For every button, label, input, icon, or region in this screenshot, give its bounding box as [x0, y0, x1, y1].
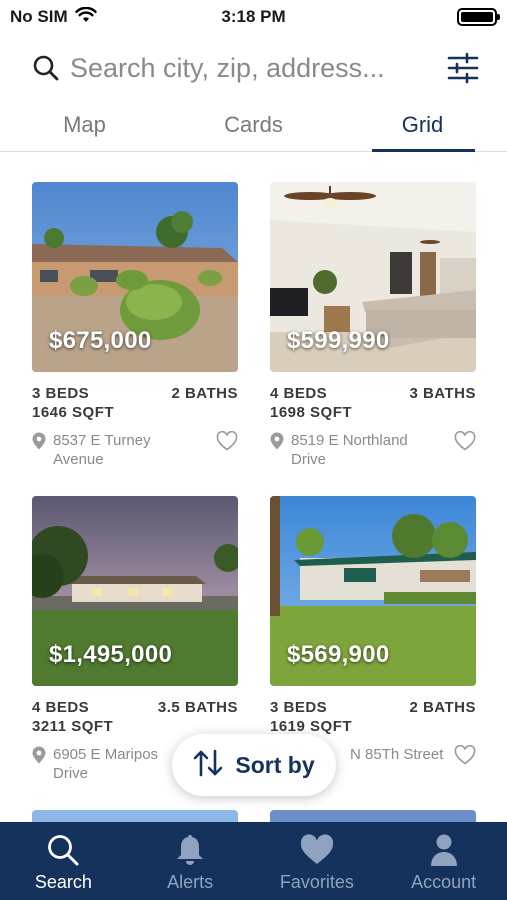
nav-search[interactable]: Search [0, 822, 127, 900]
listing-photo[interactable]: $569,900 [270, 496, 476, 686]
listing-beds: 4 BEDS [32, 699, 90, 716]
listing-photo[interactable]: $599,990 [270, 182, 476, 372]
favorite-heart-icon[interactable] [454, 744, 476, 765]
listing-address-line1: 8537 E Turney [53, 432, 151, 449]
listing-sqft: 1646 SQFT [32, 404, 115, 421]
search-input[interactable] [70, 52, 440, 84]
listing-price: $1,495,000 [49, 641, 173, 668]
listing-baths: 2 BATHS [409, 699, 476, 716]
listing-specs: 4 BEDS 3 BATHS 1698 SQFT [270, 384, 476, 422]
favorite-heart-icon[interactable] [216, 430, 238, 451]
listing-address-line1: 8519 E Northland [291, 432, 408, 449]
tab-cards[interactable]: Cards [169, 102, 338, 151]
listing-card[interactable]: $675,000 3 BEDS 2 BATHS 1646 SQFT 8537 E … [32, 182, 238, 469]
nav-account[interactable]: Account [380, 822, 507, 900]
tab-map[interactable]: Map [0, 102, 169, 151]
listing-sqft: 1698 SQFT [270, 404, 353, 421]
nav-search-label: Search [34, 872, 92, 892]
listing-address-line2: Avenue [53, 451, 104, 468]
bottom-nav: Search Alerts Favorites Account [0, 822, 507, 900]
bell-icon [175, 832, 205, 868]
listing-price: $599,990 [287, 327, 390, 354]
status-bar: No SIM 3:18 PM [0, 0, 507, 34]
listing-address-line1: N 85Th Street [350, 746, 444, 763]
search-icon [46, 832, 80, 868]
nav-alerts-label: Alerts [167, 872, 214, 892]
clock: 3:18 PM [221, 7, 286, 26]
wifi-icon [74, 6, 97, 28]
location-pin-icon [270, 432, 284, 450]
listing-card[interactable]: $569,900 3 BEDS 2 BATHS 1619 SQFT N 85Th … [270, 496, 476, 765]
carrier-label: No SIM [10, 7, 68, 26]
person-icon [429, 832, 459, 868]
location-pin-icon [32, 746, 46, 764]
listing-specs: 3 BEDS 2 BATHS 1619 SQFT [270, 698, 476, 736]
heart-icon [299, 832, 335, 868]
listing-address-line2: Drive [291, 451, 327, 468]
location-pin-icon [32, 432, 46, 450]
listing-address: N 85Th Street [350, 745, 454, 764]
view-tabs: Map Cards Grid [0, 102, 507, 152]
nav-favorites[interactable]: Favorites [254, 822, 381, 900]
listing-photo[interactable]: $675,000 [32, 182, 238, 372]
listing-beds: 3 BEDS [270, 699, 328, 716]
nav-account-label: Account [411, 872, 477, 892]
battery-icon [457, 8, 500, 26]
listing-price: $675,000 [49, 327, 152, 354]
listing-photo[interactable]: $1,495,000 [32, 496, 238, 686]
filter-sliders-icon[interactable] [446, 51, 480, 85]
listing-address: 8519 E Northland Drive [291, 431, 454, 469]
sort-button[interactable]: Sort by [172, 734, 336, 796]
sort-arrows-icon [193, 749, 223, 782]
sort-label: Sort by [235, 751, 315, 778]
listing-baths: 3.5 BATHS [157, 699, 238, 716]
listing-card[interactable]: $599,990 4 BEDS 3 BATHS 1698 SQFT 8519 E … [270, 182, 476, 469]
listing-baths: 3 BATHS [409, 385, 476, 402]
status-left: No SIM [10, 6, 97, 28]
listing-address-row: 8537 E Turney Avenue [32, 430, 238, 469]
listing-specs: 3 BEDS 2 BATHS 1646 SQFT [32, 384, 238, 422]
nav-alerts[interactable]: Alerts [127, 822, 254, 900]
listing-address-row: 8519 E Northland Drive [270, 430, 476, 469]
favorite-heart-icon[interactable] [454, 430, 476, 451]
search-bar [30, 44, 480, 92]
listing-specs: 4 BEDS 3.5 BATHS 3211 SQFT [32, 698, 238, 736]
nav-favorites-label: Favorites [279, 872, 354, 892]
listing-address: 8537 E Turney Avenue [53, 431, 216, 469]
listing-price: $569,900 [287, 641, 390, 668]
search-icon [30, 52, 62, 84]
listing-beds: 4 BEDS [270, 385, 328, 402]
listing-beds: 3 BEDS [32, 385, 90, 402]
listing-baths: 2 BATHS [171, 385, 238, 402]
tab-grid[interactable]: Grid [338, 102, 507, 152]
